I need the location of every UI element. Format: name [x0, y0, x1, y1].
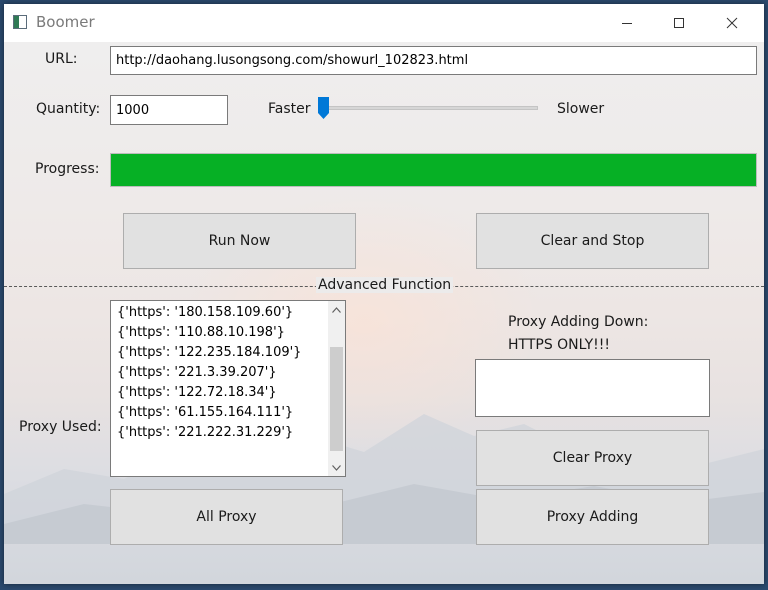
proxy-adding-button[interactable]: Proxy Adding [476, 489, 709, 545]
title-bar[interactable]: Boomer [4, 4, 764, 42]
app-window: Boomer URL: Quantity: Faster Slower Prog… [4, 4, 764, 584]
run-now-button[interactable]: Run Now [123, 213, 356, 269]
proxy-used-label: Proxy Used: [19, 419, 102, 435]
list-item[interactable]: {'https': '110.88.10.198'} [111, 323, 327, 343]
all-proxy-button[interactable]: All Proxy [110, 489, 343, 545]
list-scrollbar[interactable] [328, 301, 345, 476]
clear-proxy-button[interactable]: Clear Proxy [476, 430, 709, 486]
progress-bar [110, 153, 757, 187]
minimize-icon [622, 23, 632, 24]
quantity-input[interactable] [110, 95, 228, 125]
faster-label: Faster [268, 101, 311, 117]
chevron-down-icon [332, 464, 341, 471]
scroll-down-button[interactable] [328, 459, 345, 476]
list-item[interactable]: {'https': '221.222.31.229'} [111, 423, 327, 443]
scroll-thumb[interactable] [330, 347, 343, 451]
list-item[interactable]: {'https': '180.158.109.60'} [111, 303, 327, 323]
list-item[interactable]: {'https': '61.155.164.111'} [111, 403, 327, 423]
url-input[interactable] [110, 46, 757, 75]
speed-slider[interactable] [318, 96, 538, 120]
advanced-function-label: Advanced Function [316, 277, 454, 293]
clear-and-stop-button[interactable]: Clear and Stop [476, 213, 709, 269]
progress-label: Progress: [35, 161, 100, 177]
proxy-list-items: {'https': '180.158.109.60'} {'https': '11… [111, 303, 327, 443]
list-item[interactable]: {'https': '221.3.39.207'} [111, 363, 327, 383]
slider-track [318, 106, 538, 110]
maximize-icon [674, 18, 684, 28]
maximize-button[interactable] [656, 4, 702, 42]
slower-label: Slower [557, 101, 605, 117]
list-item[interactable]: {'https': '122.235.184.109'} [111, 343, 327, 363]
url-label: URL: [45, 51, 78, 67]
close-button[interactable] [709, 4, 755, 42]
proxy-used-list[interactable]: {'https': '180.158.109.60'} {'https': '11… [110, 300, 346, 477]
minimize-button[interactable] [604, 4, 650, 42]
app-window-icon [13, 15, 27, 29]
proxy-adding-down-label: Proxy Adding Down: [508, 314, 649, 330]
proxy-adding-input[interactable] [475, 359, 710, 417]
chevron-up-icon [332, 306, 341, 313]
progress-fill [111, 154, 756, 186]
scroll-up-button[interactable] [328, 301, 345, 318]
close-icon [726, 17, 738, 29]
window-title: Boomer [36, 13, 95, 31]
quantity-label: Quantity: [36, 101, 101, 117]
slider-thumb[interactable] [318, 97, 329, 119]
https-only-label: HTTPS ONLY!!! [508, 337, 610, 353]
list-item[interactable]: {'https': '122.72.18.34'} [111, 383, 327, 403]
